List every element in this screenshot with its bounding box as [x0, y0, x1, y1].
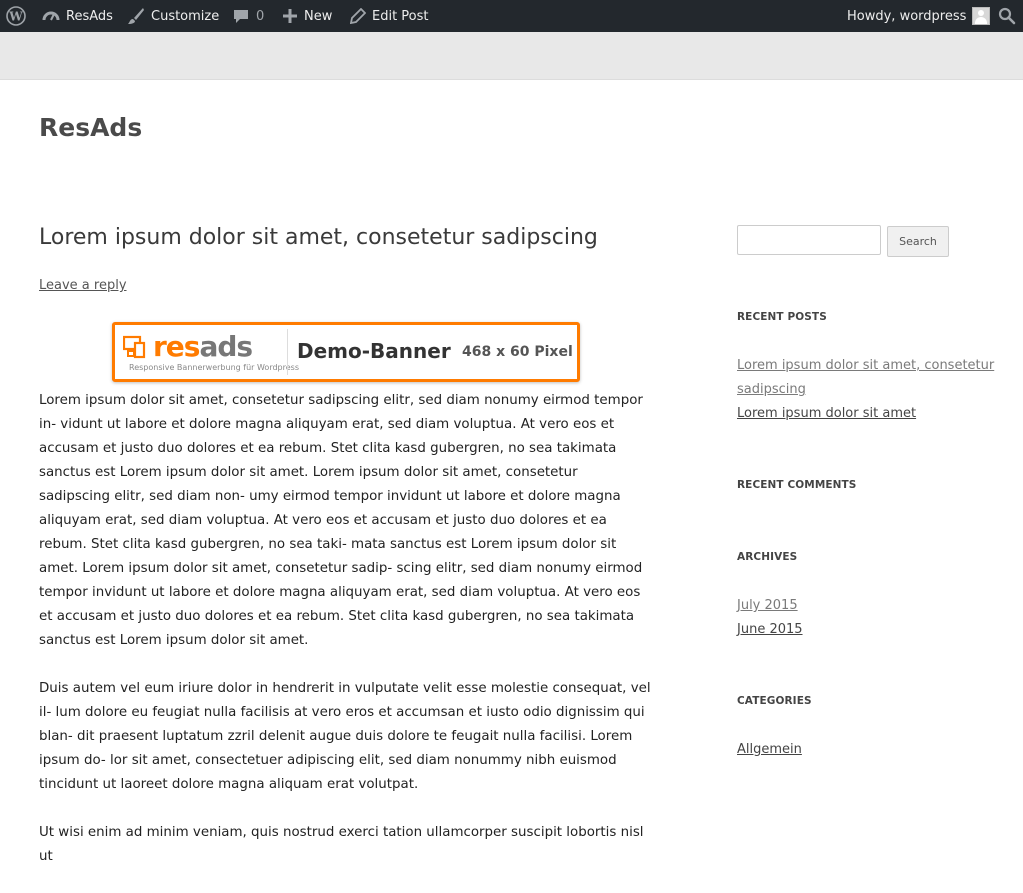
adminbar-search-button[interactable]: [998, 0, 1016, 32]
edit-post-link[interactable]: Edit Post: [350, 0, 429, 32]
banner-size: 468 x 60 Pixel: [462, 344, 573, 360]
categories-heading: CATEGORIES: [737, 695, 812, 707]
sidebar-search-button[interactable]: Search: [887, 226, 949, 257]
demo-banner[interactable]: resads Responsive Bannerwerbung für Word…: [112, 322, 580, 382]
pencil-icon: [350, 8, 366, 24]
banner-divider: [287, 329, 288, 375]
admin-bar: W ResAds Customize 0 New Edit Post Howdy…: [0, 0, 1023, 32]
paragraph: Duis autem vel eum iriure dolor in hendr…: [39, 681, 651, 792]
banner-title: Demo-Banner: [297, 339, 451, 363]
howdy-label: Howdy, wordpress: [847, 8, 967, 24]
site-title[interactable]: ResAds: [39, 113, 142, 142]
dashboard-icon: [42, 11, 60, 21]
recent-post-link[interactable]: Lorem ipsum dolor sit amet: [737, 406, 916, 421]
recent-post-link[interactable]: Lorem ipsum dolor sit amet, consetetur: [737, 358, 994, 373]
devices-icon: [123, 335, 146, 359]
post-content: Lorem ipsum dolor sit amet, consetetur s…: [39, 389, 651, 893]
sidebar-search-input[interactable]: [737, 225, 881, 255]
logo-ads: ads: [199, 330, 253, 363]
user-avatar: [972, 7, 991, 25]
category-link[interactable]: Allgemein: [737, 742, 802, 757]
customize-label: Customize: [151, 8, 220, 24]
wordpress-logo-button[interactable]: W: [6, 0, 26, 32]
archive-link[interactable]: June 2015: [737, 622, 803, 637]
paragraph: Lorem ipsum dolor sit amet, consetetur s…: [39, 393, 643, 648]
logo-res: res: [153, 330, 200, 363]
banner-tagline: Responsive Bannerwerbung für Wordpress: [129, 363, 299, 372]
archives-heading: ARCHIVES: [737, 551, 798, 563]
comment-bubble-icon: [234, 10, 248, 23]
wordpress-logo-icon: W: [6, 6, 26, 26]
new-content-link[interactable]: New: [282, 0, 332, 32]
new-label: New: [304, 8, 333, 24]
recent-post-link[interactable]: sadipscing: [737, 382, 806, 397]
archive-link[interactable]: July 2015: [737, 598, 798, 613]
customize-link[interactable]: Customize: [127, 0, 219, 32]
leave-reply-link[interactable]: Leave a reply: [39, 278, 127, 293]
paintbrush-icon: [128, 8, 144, 24]
comments-link[interactable]: 0: [232, 0, 264, 32]
comments-count: 0: [256, 8, 265, 24]
site-name-label: ResAds: [66, 8, 113, 24]
resads-logo: resads Responsive Bannerwerbung für Word…: [123, 330, 299, 375]
paragraph: Ut wisi enim ad minim veniam, quis nostr…: [39, 825, 644, 864]
recent-posts-heading: RECENT POSTS: [737, 311, 827, 323]
edit-post-label: Edit Post: [372, 8, 429, 24]
svg-text:W: W: [8, 10, 23, 24]
post-title[interactable]: Lorem ipsum dolor sit amet, consetetur s…: [39, 225, 598, 250]
recent-comments-heading: RECENT COMMENTS: [737, 479, 857, 491]
header-band: [0, 32, 1023, 80]
site-name-link[interactable]: ResAds: [42, 0, 113, 32]
resads-wordmark: resads: [153, 330, 253, 363]
search-icon: [998, 7, 1016, 25]
my-account-menu[interactable]: Howdy, wordpress: [847, 0, 991, 32]
plus-icon: [283, 9, 297, 23]
